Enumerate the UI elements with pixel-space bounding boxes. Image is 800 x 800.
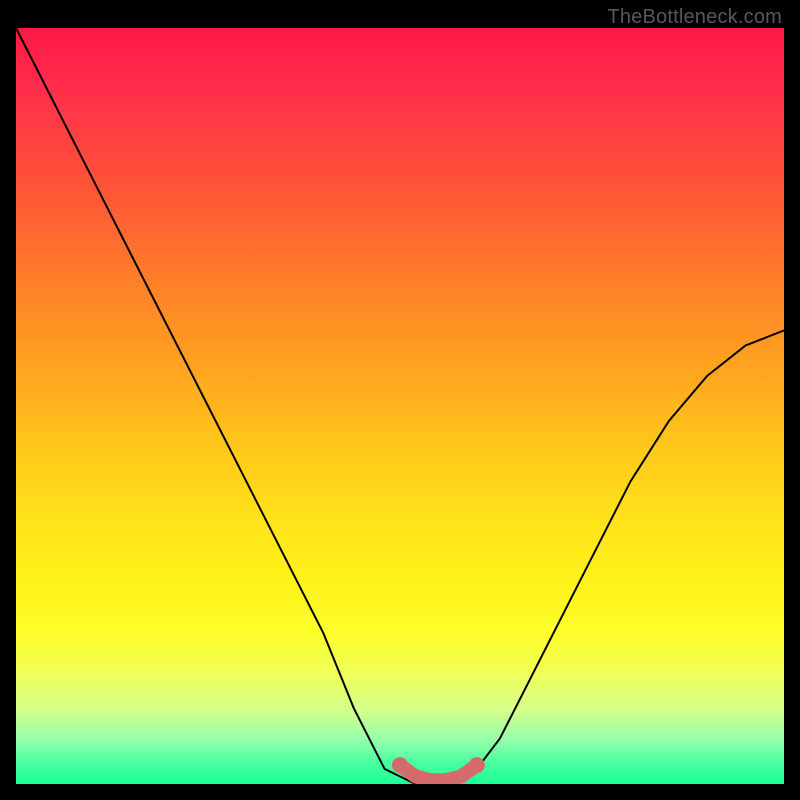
chart-frame: TheBottleneck.com	[0, 0, 800, 800]
optimal-band-endpoint	[392, 757, 408, 773]
bottleneck-curve	[16, 28, 784, 784]
plot-area	[16, 28, 784, 784]
optimal-band	[400, 765, 477, 780]
optimal-band-endpoint	[469, 757, 485, 773]
chart-svg	[16, 28, 784, 784]
watermark-text: TheBottleneck.com	[607, 6, 782, 29]
